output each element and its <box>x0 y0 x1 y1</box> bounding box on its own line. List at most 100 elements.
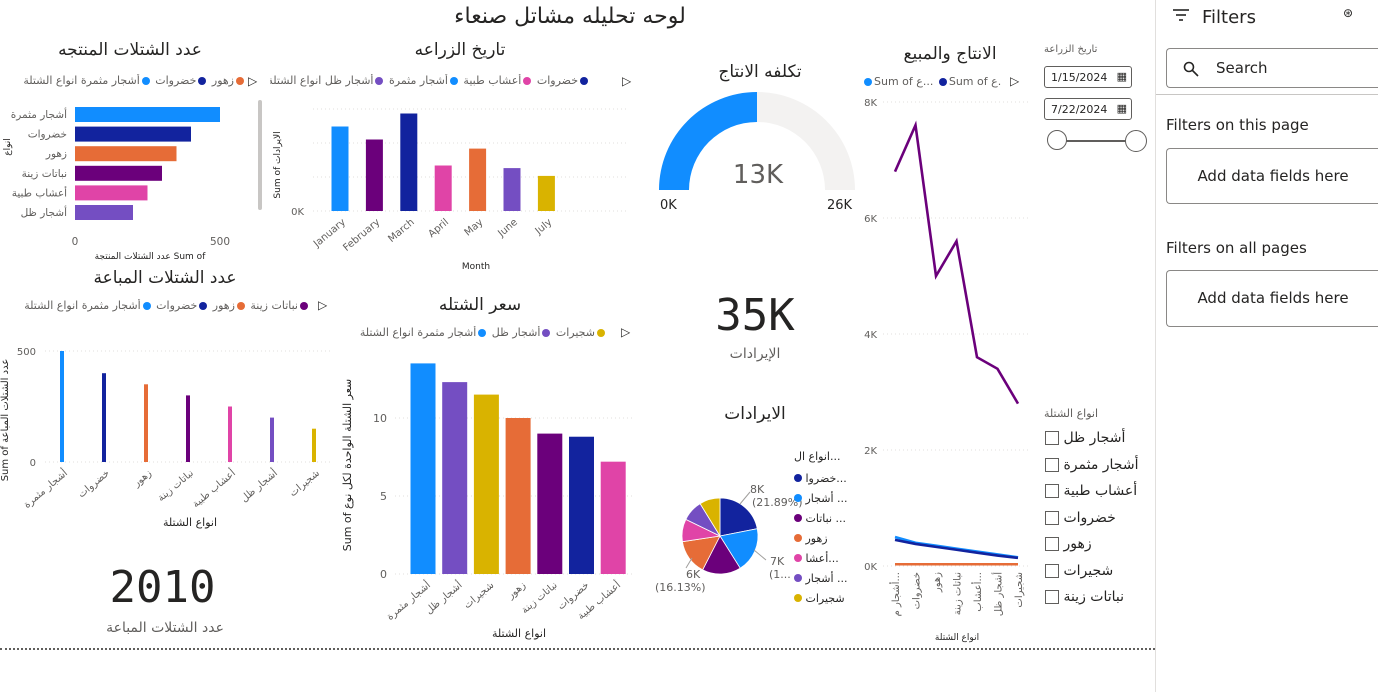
filter-icon <box>1172 7 1190 27</box>
category-label: أشجار ظل <box>992 572 1005 616</box>
category-label: أعشاب طبية <box>12 185 67 199</box>
filter-search-input[interactable]: Search <box>1166 48 1378 88</box>
slicer-item[interactable]: شجيرات <box>1045 563 1155 590</box>
legend-nav-arrow-icon[interactable]: ▷ <box>621 325 630 339</box>
date-range-start-handle[interactable] <box>1047 130 1067 150</box>
slicer-item[interactable]: نباتات زينة <box>1045 589 1155 616</box>
slicer-item[interactable]: خضروات <box>1045 510 1155 537</box>
pie-leader-line <box>739 491 751 505</box>
pie-legend: انواع ال... خضروا... أشجار ... نباتات ..… <box>794 450 854 612</box>
produced-chart-legend: زهور خضروات أشجار مثمرة انواع الشتلة <box>0 74 246 87</box>
tick-label: 0 <box>30 458 36 469</box>
category-label: شجيرات <box>462 580 496 611</box>
legend-label: أشجار مثمرة <box>417 326 477 339</box>
category-label: أشجار مثمرة <box>21 466 71 511</box>
checkbox[interactable] <box>1045 590 1059 604</box>
visibility-icon[interactable]: ⊛ <box>1343 6 1353 20</box>
produced-scrollbar[interactable] <box>258 100 262 210</box>
this-page-add-fields: Add data fields here <box>1197 167 1349 185</box>
pie-legend-item: أعشا... <box>794 552 854 572</box>
report-title: لوحه تحليله مشاتل صنعاء <box>454 4 686 29</box>
sold-kpi-value: 2010 <box>109 562 216 613</box>
pie-legend-item: زهور <box>794 532 854 552</box>
slicer-item[interactable]: زهور <box>1045 536 1155 563</box>
legend-dot <box>794 494 802 502</box>
slicer-item[interactable]: أشجار مثمرة <box>1045 457 1155 484</box>
checkbox[interactable] <box>1045 457 1059 472</box>
pie-leader-line <box>685 557 693 569</box>
filters-this-page-label <box>1156 94 1378 95</box>
revenue-kpi-value: 35K <box>715 290 795 341</box>
legend-label: نباتات زينة <box>250 299 298 312</box>
legend-dot <box>597 329 605 337</box>
checkbox[interactable] <box>1045 537 1059 551</box>
bar <box>537 433 563 574</box>
checkbox[interactable] <box>1045 563 1059 578</box>
tick-label: 5 <box>380 490 387 503</box>
y-axis-title: Sum of عدد الشتلات المباعة <box>0 359 11 482</box>
category-label: شجيرات <box>1014 572 1025 608</box>
category-label: March <box>386 217 416 245</box>
category-label: أشجار م... <box>889 572 902 616</box>
legend-nav-arrow-icon[interactable]: ▷ <box>318 298 327 312</box>
legend-dot <box>142 302 151 310</box>
this-page-drop-zone[interactable]: Add data fields here <box>1166 148 1378 204</box>
price-chart-legend: شجيرات أشجار ظل أشجار مثمرة انواع الشتلة <box>335 326 607 339</box>
checkbox[interactable] <box>1045 484 1059 498</box>
legend-dot <box>794 594 802 602</box>
start-date-input[interactable]: 1/15/2024 ▦ <box>1044 66 1132 88</box>
legend-dot <box>794 554 802 562</box>
slicer-item-label: أشجار ظل <box>1063 430 1126 446</box>
legend-label: أشجار مثمرة <box>388 74 448 87</box>
filters-pane-title: Filters <box>1202 7 1256 28</box>
tick-label: 0 <box>72 236 79 248</box>
date-range-end-handle[interactable] <box>1125 130 1147 152</box>
calendar-icon[interactable]: ▦ <box>1117 70 1127 83</box>
checkbox[interactable] <box>1045 510 1059 525</box>
category-label: April <box>427 217 452 240</box>
bar <box>228 406 232 462</box>
category-label: خضروات <box>912 572 923 609</box>
legend-label: Sum of ع... <box>874 75 934 88</box>
slicer-item[interactable]: أشجار ظل <box>1045 430 1155 457</box>
checkbox[interactable] <box>1045 431 1059 445</box>
production-sales-line-chart: 8K 6K 4K 2K 0K أشجار م... خضروات زهور نباتات زين… <box>864 98 1030 643</box>
bar <box>331 126 349 211</box>
pie-label-left-pct: (16.13%) <box>655 581 706 594</box>
bar <box>75 165 162 181</box>
filters-all-pages-heading: Filters on all pages <box>1166 239 1307 257</box>
type-slicer-title: انواع الشتلة <box>1044 407 1098 420</box>
planting-chart: 0KJanuaryFebruary March April May June JulyMo… <box>273 108 628 272</box>
bar <box>469 148 487 211</box>
planting-chart-title: تاريخ الزراعه <box>414 40 506 60</box>
legend-nav-arrow-icon[interactable]: ▷ <box>622 74 631 88</box>
pie-leader-line <box>753 549 767 561</box>
end-date-input[interactable]: 7/22/2024 ▦ <box>1044 98 1132 120</box>
legend-label: شجيرات <box>555 326 595 339</box>
bar <box>434 165 452 211</box>
all-pages-drop-zone[interactable]: Add data fields here <box>1166 270 1378 327</box>
category-label: نباتات زينة <box>520 580 560 616</box>
legend-dot <box>449 77 458 85</box>
x-axis-title: Month <box>462 262 490 272</box>
bar <box>505 418 531 574</box>
pie-legend-title: انواع ال... <box>794 450 841 463</box>
gauge-value: 13K <box>732 160 784 190</box>
calendar-icon[interactable]: ▦ <box>1117 102 1127 115</box>
legend-dot <box>523 77 532 85</box>
legend-dot <box>580 77 588 85</box>
legend-nav-arrow-icon[interactable]: ▷ <box>248 74 257 88</box>
tick-label: 0K <box>864 562 877 573</box>
legend-label: انواع الشتلة <box>270 74 322 87</box>
pie-label-right: 7K <box>770 555 785 568</box>
price-chart: 0510أشجار مثمرةأشجار ظلشجيرات زهورنباتات … <box>341 363 635 640</box>
legend-dot <box>375 77 384 85</box>
legend-nav-arrow-icon[interactable]: ▷ <box>1010 74 1019 88</box>
bar <box>312 428 316 462</box>
y-axis-title: انواع <box>3 138 13 156</box>
legend-dot <box>198 77 207 85</box>
category-label: زهور <box>131 468 154 490</box>
slicer-item[interactable]: أعشاب طبية <box>1045 483 1155 510</box>
pie-legend-item: أشجار ... <box>794 572 854 592</box>
pie-label-top-value: 8K <box>750 483 765 496</box>
